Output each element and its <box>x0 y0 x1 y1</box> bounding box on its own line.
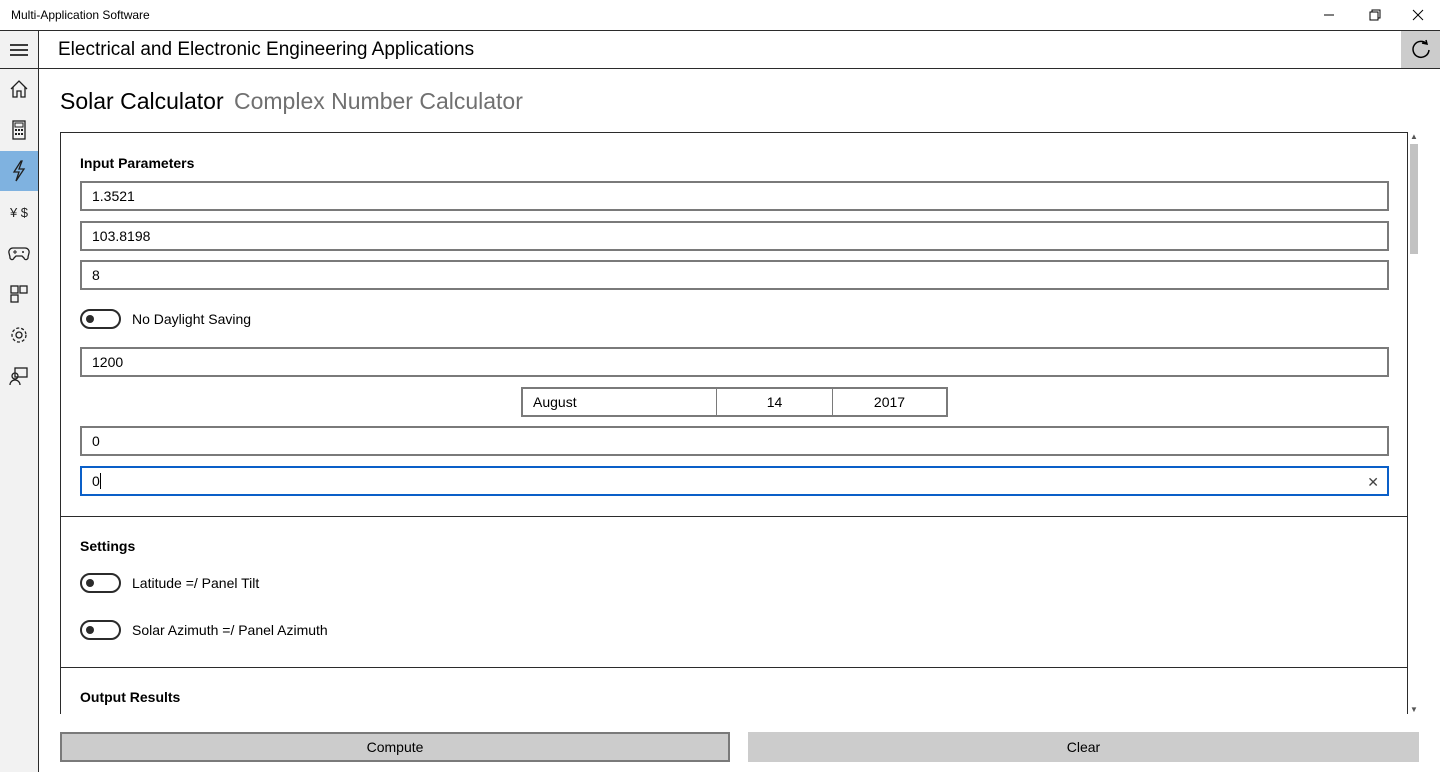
restore-icon <box>1369 9 1381 21</box>
date-day[interactable]: 14 <box>717 389 833 415</box>
settings-title: Settings <box>80 538 136 554</box>
compute-button[interactable]: Compute <box>60 732 730 762</box>
app-title: Electrical and Electronic Engineering Ap… <box>58 39 475 60</box>
toggle-knob <box>86 579 94 587</box>
text-caret <box>99 473 101 489</box>
restore-button[interactable] <box>1352 0 1398 30</box>
sidebar-item-layout[interactable] <box>0 274 38 314</box>
minimize-icon <box>1324 14 1334 16</box>
menu-button[interactable] <box>0 31 39 68</box>
clear-button[interactable]: Clear <box>748 732 1419 762</box>
feedback-icon <box>9 367 28 386</box>
tab-complex-number-calculator[interactable]: Complex Number Calculator <box>234 88 523 115</box>
refresh-icon <box>1411 39 1430 58</box>
parameter-input-b-value: 0 <box>92 473 100 489</box>
sidebar-item-currency[interactable]: ¥ $ <box>0 192 38 232</box>
section-divider <box>61 516 1407 517</box>
date-picker[interactable]: August 14 2017 <box>521 387 948 417</box>
section-divider <box>61 667 1407 668</box>
currency-icon: ¥ $ <box>9 204 29 220</box>
app-header: Electrical and Electronic Engineering Ap… <box>0 30 1440 69</box>
solar-calculator-panel: Input Parameters 1.3521 103.8198 8 No Da… <box>60 132 1408 714</box>
parameter-input-b[interactable]: 0 ✕ <box>80 466 1389 496</box>
lightning-icon <box>12 160 26 182</box>
timezone-input[interactable]: 8 <box>80 260 1389 290</box>
gear-icon <box>11 327 27 343</box>
sidebar-item-calculator[interactable] <box>0 110 38 150</box>
close-icon <box>1412 9 1424 21</box>
vertical-scrollbar[interactable]: ▲ ▼ <box>1408 132 1420 714</box>
home-icon <box>10 80 28 98</box>
gamepad-icon <box>8 247 30 261</box>
time-input[interactable]: 1200 <box>80 347 1389 377</box>
toggle-knob <box>86 315 94 323</box>
scroll-up-icon[interactable]: ▲ <box>1410 132 1418 141</box>
sidebar-item-electrical[interactable] <box>0 151 38 191</box>
minimize-button[interactable] <box>1306 0 1352 30</box>
scroll-thumb[interactable] <box>1410 144 1418 254</box>
latitude-input[interactable]: 1.3521 <box>80 181 1389 211</box>
panel-tilt-label: Latitude =/ Panel Tilt <box>132 575 260 591</box>
calculator-icon <box>12 120 26 140</box>
toggle-knob <box>86 626 94 634</box>
hamburger-icon <box>10 43 28 56</box>
sidebar-item-games[interactable] <box>0 233 38 273</box>
sidebar-item-home[interactable] <box>0 69 38 109</box>
daylight-saving-toggle[interactable] <box>80 309 121 329</box>
window-titlebar: Multi-Application Software <box>0 0 1440 30</box>
scroll-down-icon[interactable]: ▼ <box>1410 705 1418 714</box>
panel-azimuth-toggle[interactable] <box>80 620 121 640</box>
sidebar-item-settings[interactable] <box>0 315 38 355</box>
parameter-input-a[interactable]: 0 <box>80 426 1389 456</box>
tab-solar-calculator[interactable]: Solar Calculator <box>60 88 224 115</box>
layout-icon <box>10 285 28 303</box>
panel-azimuth-label: Solar Azimuth =/ Panel Azimuth <box>132 622 328 638</box>
sidebar: ¥ $ <box>0 69 39 772</box>
window-title: Multi-Application Software <box>11 8 150 22</box>
panel-tilt-toggle[interactable] <box>80 573 121 593</box>
sidebar-item-feedback[interactable] <box>0 356 38 396</box>
input-parameters-title: Input Parameters <box>80 155 195 171</box>
date-year[interactable]: 2017 <box>833 389 946 415</box>
refresh-button[interactable] <box>1401 31 1440 68</box>
date-month[interactable]: August <box>523 389 717 415</box>
close-button[interactable] <box>1395 0 1440 30</box>
output-results-title: Output Results <box>80 689 181 705</box>
daylight-saving-label: No Daylight Saving <box>132 311 252 327</box>
longitude-input[interactable]: 103.8198 <box>80 221 1389 251</box>
clear-input-icon[interactable]: ✕ <box>1367 474 1379 491</box>
